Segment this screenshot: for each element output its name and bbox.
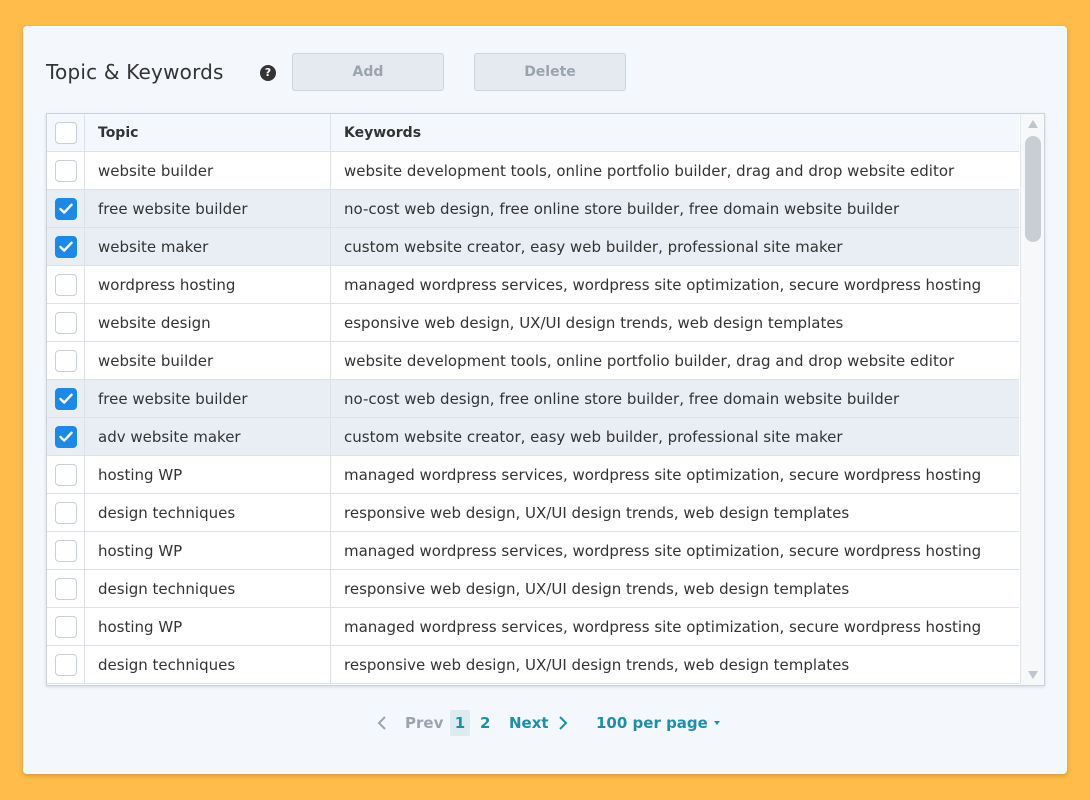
table-row[interactable]: hosting WP managed wordpress services, wo… [47,456,1019,494]
row-checkbox[interactable] [54,615,77,638]
delete-button[interactable]: Delete [474,53,626,91]
column-header-keywords[interactable]: Keywords [331,114,1019,151]
keywords-cell[interactable]: custom website creator, easy web builder… [331,228,1019,265]
row-checkbox[interactable] [54,235,77,258]
row-checkbox[interactable] [54,311,77,334]
table-row[interactable]: design techniques responsive web design, … [47,646,1019,684]
row-checkbox[interactable] [54,463,77,486]
keywords-cell[interactable]: managed wordpress services, wordpress si… [331,266,1019,303]
page-1-link[interactable]: 1 [450,710,470,736]
column-header-topic[interactable]: Topic [85,114,331,151]
keywords-cell[interactable]: responsive web design, UX/UI design tren… [331,494,1019,531]
table-row[interactable]: free website builder no-cost web design, … [47,380,1019,418]
row-checkbox[interactable] [54,653,77,676]
table-header-row: Topic Keywords [47,114,1019,152]
add-button[interactable]: Add [292,53,444,91]
row-checkbox[interactable] [54,577,77,600]
keywords-cell[interactable]: custom website creator, easy web builder… [331,418,1019,455]
checkmark-icon [58,241,73,252]
topic-cell[interactable]: free website builder [85,190,331,227]
next-page-link[interactable]: Next [509,710,549,736]
table-row[interactable]: design techniques responsive web design, … [47,570,1019,608]
row-checkbox[interactable] [54,501,77,524]
keywords-cell[interactable]: website development tools, online portfo… [331,152,1019,189]
topic-cell[interactable]: wordpress hosting [85,266,331,303]
table-row[interactable]: adv website maker custom website creator,… [47,418,1019,456]
topic-cell[interactable]: website builder [85,342,331,379]
keywords-cell[interactable]: responsive web design, UX/UI design tren… [331,570,1019,607]
table-row[interactable]: wordpress hosting managed wordpress servi… [47,266,1019,304]
keywords-cell[interactable]: no-cost web design, free online store bu… [331,380,1019,417]
row-checkbox[interactable] [54,425,77,448]
table-row[interactable]: website maker custom website creator, eas… [47,228,1019,266]
topic-keywords-panel: Topic & Keywords ? Add Delete Topic Keyw… [23,26,1067,774]
keywords-cell[interactable]: responsive web design, UX/UI design tren… [331,646,1019,683]
keywords-cell[interactable]: managed wordpress services, wordpress si… [331,532,1019,569]
per-page-select[interactable]: 100 per page [596,710,720,736]
topic-cell[interactable]: hosting WP [85,608,331,645]
keywords-cell[interactable]: managed wordpress services, wordpress si… [331,608,1019,645]
scroll-up-icon[interactable] [1028,120,1038,128]
keywords-cell[interactable]: esponsive web design, UX/UI design trend… [331,304,1019,341]
table-row[interactable]: hosting WP managed wordpress services, wo… [47,608,1019,646]
topic-cell[interactable]: website maker [85,228,331,265]
row-checkbox[interactable] [54,197,77,220]
topic-cell[interactable]: adv website maker [85,418,331,455]
help-icon[interactable]: ? [260,65,276,81]
topic-cell[interactable]: website design [85,304,331,341]
topic-cell[interactable]: hosting WP [85,532,331,569]
row-checkbox[interactable] [54,273,77,296]
page-2-link[interactable]: 2 [480,710,490,736]
table-row[interactable]: website design esponsive web design, UX/U… [47,304,1019,342]
vertical-scrollbar[interactable] [1020,114,1044,685]
topic-cell[interactable]: design techniques [85,494,331,531]
checkmark-icon [58,203,73,214]
page-title: Topic & Keywords [46,60,224,84]
prev-page-link[interactable]: Prev [405,710,443,736]
row-checkbox[interactable] [54,349,77,372]
scrollbar-thumb[interactable] [1025,136,1041,242]
keywords-cell[interactable]: no-cost web design, free online store bu… [331,190,1019,227]
topic-cell[interactable]: hosting WP [85,456,331,493]
keywords-table: Topic Keywords website builder website de… [46,113,1045,686]
topic-cell[interactable]: website builder [85,152,331,189]
keywords-cell[interactable]: managed wordpress services, wordpress si… [331,456,1019,493]
scroll-down-icon[interactable] [1028,671,1038,679]
keywords-cell[interactable]: website development tools, online portfo… [331,342,1019,379]
checkmark-icon [58,393,73,404]
topic-cell[interactable]: free website builder [85,380,331,417]
checkmark-icon [58,431,73,442]
table-row[interactable]: hosting WP managed wordpress services, wo… [47,532,1019,570]
select-all-checkbox[interactable] [54,121,77,144]
table-row[interactable]: free website builder no-cost web design, … [47,190,1019,228]
table-row[interactable]: website builder website development tools… [47,152,1019,190]
pagination: Prev 1 2 Next 100 per page [23,710,1067,736]
topic-cell[interactable]: design techniques [85,570,331,607]
per-page-label: 100 per page [596,714,708,732]
chevron-right-icon[interactable] [558,710,568,736]
chevron-left-icon[interactable] [377,710,387,736]
table-row[interactable]: design techniques responsive web design, … [47,494,1019,532]
row-checkbox[interactable] [54,159,77,182]
row-checkbox[interactable] [54,539,77,562]
row-checkbox[interactable] [54,387,77,410]
topic-cell[interactable]: design techniques [85,646,331,683]
caret-down-icon [713,721,720,725]
table-row[interactable]: website builder website development tools… [47,342,1019,380]
